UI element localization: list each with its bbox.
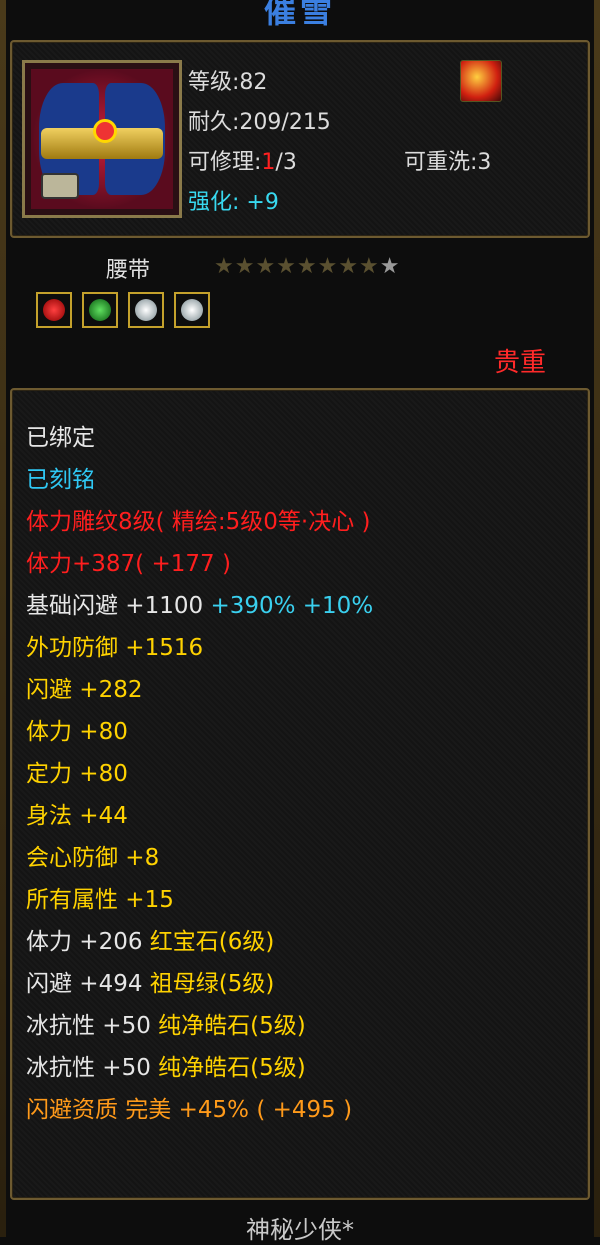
gem-name: 祖母绿(5级) xyxy=(149,971,275,997)
base-dodge-text: 基础闪避 +1100 xyxy=(26,593,204,619)
red-gem-icon[interactable] xyxy=(36,292,72,328)
gem-name: 纯净皓石(5级) xyxy=(158,1055,306,1081)
stat-line: 外功防御 +1516 xyxy=(26,635,204,661)
gem-name: 纯净皓石(5级) xyxy=(158,1013,306,1039)
enhance-label: 强化: xyxy=(188,190,240,215)
rank-icon xyxy=(460,60,502,102)
gem-stat-line: 体力 +206 红宝石(6级) xyxy=(26,922,274,956)
enhance-value: +9 xyxy=(246,190,279,215)
stat-line: 定力 +80 xyxy=(26,761,128,787)
gem-stat-text: 体力 +206 xyxy=(26,929,143,955)
filled-stars: ★★★★★★★★ xyxy=(214,254,380,279)
rarity-label: 贵重 xyxy=(493,348,546,378)
repair-label: 可修理:1/3 xyxy=(188,144,297,176)
gem-stat-text: 冰抗性 +50 xyxy=(26,1013,151,1039)
gem-name: 红宝石(6级) xyxy=(149,929,275,955)
bound-status: 已绑定 xyxy=(26,425,95,451)
repair-label-text: 可修理: xyxy=(188,150,262,175)
item-icon-slot[interactable] xyxy=(22,60,182,218)
carving-line: 体力雕纹8级( 精绘:5级0等·决心 ) xyxy=(26,509,371,535)
gem-stat-line: 闪避 +494 祖母绿(5级) xyxy=(26,964,274,998)
stat-line: 体力 +80 xyxy=(26,719,128,745)
engraved-status: 已刻铭 xyxy=(26,467,95,493)
gem-stat-line: 冰抗性 +50 纯净皓石(5级) xyxy=(26,1006,306,1040)
green-gem-icon[interactable] xyxy=(82,292,118,328)
gem-stat-text: 冰抗性 +50 xyxy=(26,1055,151,1081)
stat-line: 所有属性 +15 xyxy=(26,887,174,913)
repair-max: /3 xyxy=(275,150,297,175)
empty-star: ★ xyxy=(379,254,401,279)
frame-left-edge xyxy=(0,0,6,1237)
base-dodge-bonus: +390% +10% xyxy=(210,593,374,619)
item-info-panel: 腰带 ★★★★★★★★★ 贵重 xyxy=(10,238,586,384)
level-label: 等级:82 xyxy=(188,70,268,95)
gem-stat-text: 闪避 +494 xyxy=(26,971,143,997)
enhance-row: 强化: +9 xyxy=(188,184,279,216)
base-dodge-line: 基础闪避 +1100 +390% +10% xyxy=(26,586,373,620)
belt-icon xyxy=(31,69,173,209)
gem-stat-line: 冰抗性 +50 纯净皓石(5级) xyxy=(26,1048,306,1082)
rewash-label: 可重洗:3 xyxy=(404,150,492,175)
white-gem-icon[interactable] xyxy=(174,292,210,328)
aptitude-line: 闪避资质 完美 +45% ( +495 ) xyxy=(26,1097,353,1123)
stat-line: 闪避 +282 xyxy=(26,677,143,703)
item-attributes-panel: 已绑定 已刻铭 体力雕纹8级( 精绘:5级0等·决心 ) 体力+387( +17… xyxy=(10,388,590,1200)
item-title: 催雪 xyxy=(263,0,336,30)
item-header-panel: 等级:82 耐久:209/215 可修理:1/3 可重洗:3 强化: +9 xyxy=(10,40,590,238)
owner-name: 神秘少侠* xyxy=(246,1216,354,1244)
frame-right-edge xyxy=(594,0,600,1237)
white-gem-icon[interactable] xyxy=(128,292,164,328)
stamina-total-line: 体力+387( +177 ) xyxy=(26,551,231,577)
star-rating: ★★★★★★★★★ xyxy=(214,254,401,279)
durability-label: 耐久:209/215 xyxy=(188,110,331,135)
repair-current: 1 xyxy=(261,150,276,175)
stat-line: 会心防御 +8 xyxy=(26,845,160,871)
stat-line: 身法 +44 xyxy=(26,803,128,829)
item-type-name: 腰带 xyxy=(106,258,151,283)
